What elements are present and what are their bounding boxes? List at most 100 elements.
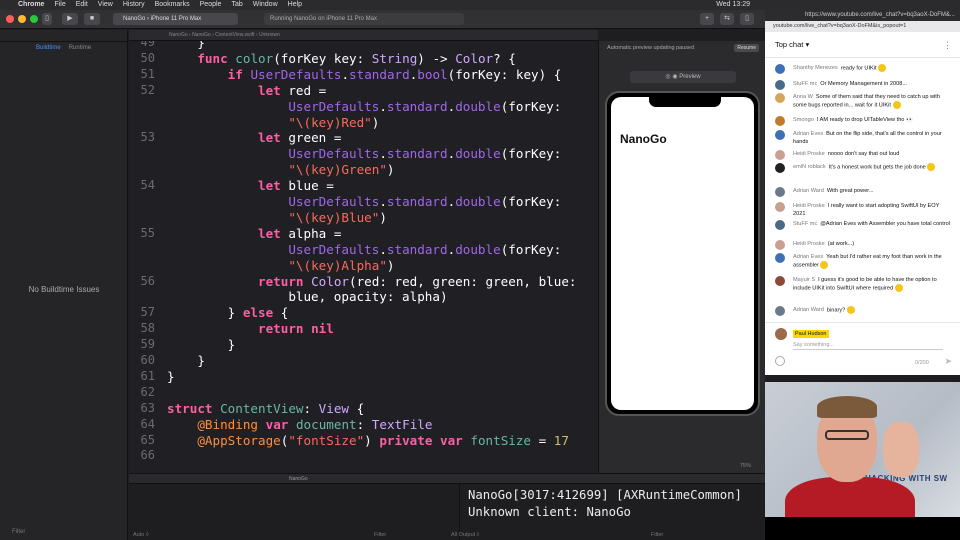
code-line[interactable]: @AppStorage("fontSize") private var font… [167,433,569,448]
chrome-tab-strip[interactable]: https://www.youtube.com/live_chat?v=bq3a… [765,10,960,21]
avatar[interactable] [775,187,785,197]
chat-author[interactable]: Heidi Proske [793,203,825,209]
chat-message[interactable]: Heidi Proske noooo don't say that out lou… [775,150,953,160]
zoom-window-icon[interactable] [30,15,38,23]
code-line[interactable]: } [167,369,175,384]
inspector-toggle-icon[interactable]: ▯ [740,13,754,25]
chat-author[interactable]: emiN roblack [793,164,826,170]
menu-history[interactable]: History [123,0,145,10]
chat-message[interactable]: Adrian Eves But on the flip side, that's … [775,130,953,146]
menu-bookmarks[interactable]: Bookmarks [155,0,190,10]
emoji-picker-icon[interactable] [775,356,785,366]
menu-app-name[interactable]: Chrome [18,0,44,10]
menu-view[interactable]: View [98,0,113,10]
debug-console[interactable]: NanoGo[3017:412699] [AXRuntimeCommon] Un… [451,484,765,540]
menu-window[interactable]: Window [253,0,278,10]
avatar[interactable] [775,116,785,126]
code-line[interactable]: blue, opacity: alpha) [167,289,447,304]
chat-author[interactable]: StuFF mc [793,221,817,227]
chat-message[interactable]: Adrian Eves Yeah but I'd rather eat my fo… [775,253,953,269]
code-line[interactable]: if UserDefaults.standard.bool(forKey: ke… [167,67,562,82]
tab-runtime[interactable]: Runtime [69,42,91,54]
play-preview-icon[interactable]: ◎ ◉ [665,74,677,80]
code-line[interactable]: UserDefaults.standard.double(forKey: [167,194,561,209]
avatar[interactable] [775,202,785,212]
avatar[interactable] [775,93,785,103]
chat-author[interactable]: Heidi Proske [793,151,825,157]
avatar[interactable] [775,130,785,140]
chat-message[interactable]: Anna W Some of them said that they need t… [775,93,953,109]
chrome-address-bar[interactable]: youtube.com/live_chat?v=bq3aoX-DoFM&is_p… [765,21,960,32]
editor-jump-bar[interactable]: NanoGo › NanoGo › ContentView.swift › Un… [129,30,598,41]
menu-edit[interactable]: Edit [76,0,88,10]
more-vert-icon[interactable]: ⋮ [943,32,952,58]
menu-tab[interactable]: Tab [231,0,242,10]
tab-buildtime[interactable]: Buildtime [36,42,61,54]
avatar[interactable] [775,80,785,90]
library-add-icon[interactable]: + [700,13,714,25]
code-line[interactable]: UserDefaults.standard.double(forKey: [167,242,561,257]
code-line[interactable]: UserDefaults.standard.double(forKey: [167,146,561,161]
chat-author[interactable]: Smongo [793,117,814,123]
iphone-screen[interactable]: NanoGo [611,97,754,410]
avatar[interactable] [775,64,785,74]
avatar[interactable] [775,163,785,173]
code-line[interactable]: let green = [167,130,341,145]
code-line[interactable]: } else { [167,305,289,320]
zoom-level[interactable]: 75% [740,463,751,469]
code-line[interactable]: "\(key)Alpha") [167,258,394,273]
avatar[interactable] [775,306,785,316]
code-line[interactable]: "\(key)Red") [167,115,379,130]
scheme-selector[interactable]: NanoGo › iPhone 11 Pro Max [113,13,238,25]
code-line[interactable]: let red = [167,83,326,98]
code-line[interactable]: UserDefaults.standard.double(forKey: [167,99,561,114]
menu-help[interactable]: Help [288,0,302,10]
chat-author[interactable]: Mayuir S [793,277,815,283]
chat-author[interactable]: Shanthy Menezes [793,65,838,71]
debug-target[interactable]: NanoGo [289,476,308,482]
code-line[interactable]: func color(forKey key: String) -> Color?… [167,51,516,66]
minimize-window-icon[interactable] [18,15,26,23]
chat-message[interactable]: StuFF mc @Adrian Eves with Assembler you … [775,220,953,230]
chat-author[interactable]: Heidi Proske [793,241,825,247]
chat-message[interactable]: Smongo I AM ready to drop UITableView tho… [775,116,953,126]
console-filter-input[interactable]: Filter [651,532,663,538]
preview-controls[interactable]: ◎ ◉ Preview [630,71,736,83]
code-line[interactable]: struct ContentView: View { [167,401,364,416]
menu-file[interactable]: File [54,0,65,10]
stop-button[interactable]: ■ [84,13,100,25]
code-line[interactable]: } [167,41,205,50]
avatar[interactable] [775,240,785,250]
chat-message[interactable]: Adrian Ward binary? [775,306,953,316]
chat-message[interactable]: emiN roblack It's a honest work but gets … [775,163,953,173]
navigator-filter-input[interactable]: Filter [4,528,124,537]
chat-author[interactable]: Adrian Eves [793,131,823,137]
chat-author[interactable]: StuFF mc [793,81,817,87]
chat-author[interactable]: Adrian Ward [793,307,824,313]
code-line[interactable]: let alpha = [167,226,341,241]
variables-scope-select[interactable]: Auto ◊ [133,532,149,538]
code-review-icon[interactable]: ⇆ [720,13,734,25]
chat-message[interactable]: Heidi Proske (at work...) [775,240,953,250]
send-icon[interactable]: ➤ [944,356,952,367]
run-button[interactable]: ▶ [62,13,78,25]
close-window-icon[interactable] [6,15,14,23]
chat-message[interactable]: StuFF mc Or Memory Management in 2008... [775,80,953,90]
code-line[interactable]: return Color(red: red, green: green, blu… [167,274,576,289]
top-chat-dropdown[interactable]: Top chat [775,40,803,49]
sidebar-toggle-icon[interactable]: ▯ [42,13,52,25]
chat-author[interactable]: Anna W [793,94,813,100]
chat-message[interactable]: Mayuir SI guess it's good to be able to … [775,276,953,292]
preview-control-label[interactable]: Preview [679,74,700,80]
code-line[interactable]: "\(key)Green") [167,162,394,177]
avatar[interactable] [775,276,785,286]
code-line[interactable]: @Binding var document: TextFile [167,417,432,432]
code-line[interactable]: } [167,337,236,352]
code-editor[interactable]: 49 } 50 func color(forKey key: String) ->… [129,41,598,473]
chat-message[interactable]: Heidi Proske I really want to start adopt… [775,202,953,218]
chat-message-input[interactable]: Say something... [793,342,943,350]
code-line[interactable]: "\(key)Blue") [167,210,387,225]
code-line[interactable]: let blue = [167,178,334,193]
menubar-clock[interactable]: Wed 13:29 [716,0,750,10]
chat-message[interactable]: Shanthy Menezes ready for UIKit [775,64,953,74]
